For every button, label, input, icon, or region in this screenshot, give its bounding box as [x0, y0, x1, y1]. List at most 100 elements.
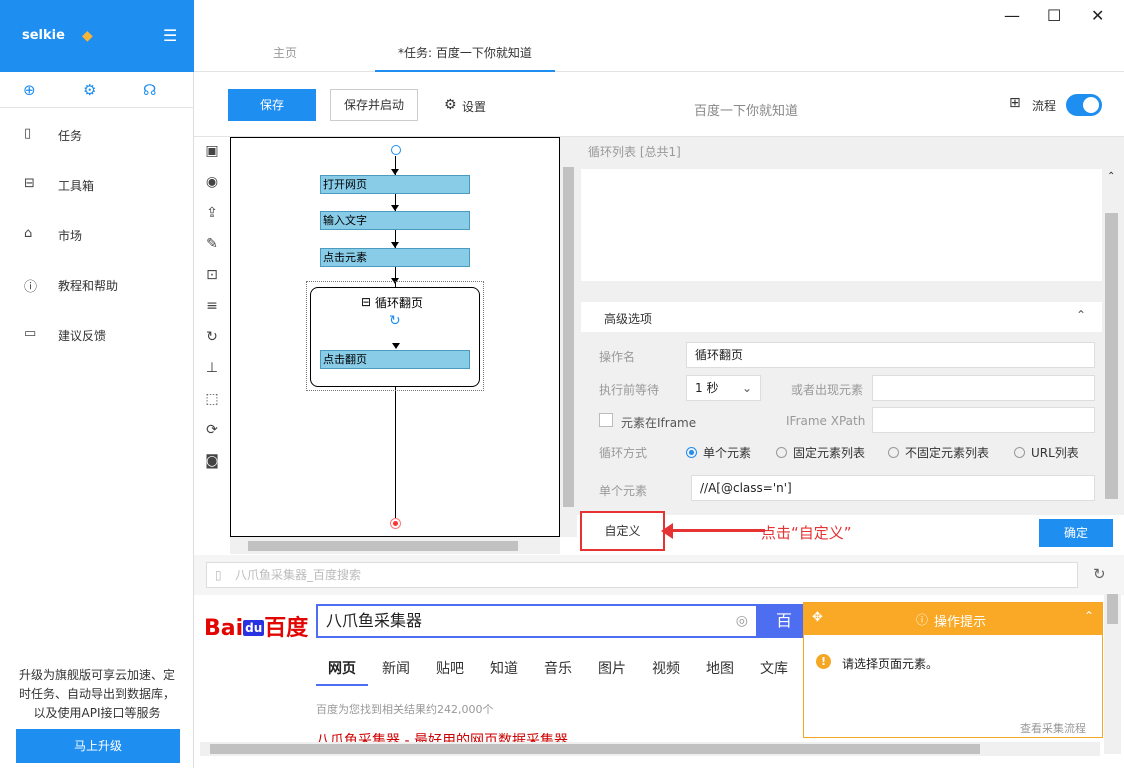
sidebar: selkie ◆ ☰ ⊕ ⚙ ☊ ▯ 任务 ⊟ 工具箱 ⌂ 市场 ⓘ 教程和帮助… [0, 0, 194, 768]
active-tab-indicator [375, 70, 555, 72]
sidebar-item-label: 任务 [58, 129, 83, 143]
tip-header[interactable]: ✥ ⓘ 操作提示 ⌃ [804, 603, 1102, 635]
sidebar-item-toolbox[interactable]: ⊟ 工具箱 [0, 176, 194, 226]
toolbox-icon: ⊟ [24, 176, 35, 191]
flow-toggle[interactable] [1066, 94, 1102, 116]
loop-collapse-icon[interactable]: ⊟ [361, 295, 371, 309]
tip-title: 操作提示 [934, 615, 987, 630]
radio-fixed-list[interactable]: 固定元素列表 [776, 444, 865, 461]
search-tab-music[interactable]: 音乐 [544, 658, 572, 678]
first-result-link[interactable]: 八爪鱼采集器 - 最好用的网页数据采集器 [316, 730, 568, 742]
flow-canvas[interactable]: 打开网页 输入文字 点击元素 ⊟ 循环翻页 ↻ 点击翻页 [230, 137, 560, 537]
click-tool-icon[interactable]: ◉ [202, 174, 222, 190]
browser-horizontal-scrollbar[interactable] [200, 742, 1100, 756]
result-count: 百度为您找到相关结果约242,000个 [316, 703, 494, 716]
tab-task[interactable]: *任务: 百度一下你就知道 [398, 44, 532, 61]
save-button[interactable]: 保存 [228, 89, 316, 121]
tab-home[interactable]: 主页 [273, 44, 297, 61]
warning-icon: ! [816, 654, 831, 669]
canvas-vertical-scrollbar[interactable] [560, 137, 577, 537]
radio-single-element[interactable]: 单个元素 [686, 444, 751, 461]
search-tab-maps[interactable]: 地图 [706, 658, 734, 678]
file-icon: ▯ [24, 126, 32, 141]
hamburger-menu-icon[interactable]: ☰ [163, 26, 177, 45]
view-flow-link[interactable]: 查看采集流程 [1020, 720, 1086, 736]
sidebar-item-label: 工具箱 [58, 179, 95, 193]
flow-node[interactable]: 输入文字 [320, 211, 470, 230]
canvas-horizontal-scrollbar[interactable] [230, 537, 560, 554]
wait-select[interactable]: 1 秒 ⌄ [686, 375, 761, 401]
refresh-tool-icon[interactable]: ⟳ [202, 422, 222, 438]
quick-actions: ⊕ ⚙ ☊ [0, 72, 194, 108]
chevron-down-icon: ⌄ [741, 381, 752, 395]
flow-end-icon [390, 518, 401, 529]
single-element-xpath-input[interactable]: //A[@class='n'] [691, 475, 1095, 501]
add-icon[interactable]: ⊕ [23, 81, 36, 99]
confirm-button[interactable]: 确定 [1039, 519, 1113, 547]
flow-node[interactable]: 打开网页 [320, 175, 470, 194]
flow-node[interactable]: 点击翻页 [320, 350, 470, 369]
input-tool-icon[interactable]: ✎ [202, 236, 222, 252]
minimize-icon[interactable]: — [1004, 6, 1020, 25]
search-tab-zhidao[interactable]: 知道 [490, 658, 518, 678]
gear-icon[interactable]: ⚙ [83, 81, 96, 99]
headset-icon[interactable]: ☊ [143, 81, 156, 99]
reload-icon[interactable]: ↻ [1093, 565, 1106, 583]
sidebar-item-market[interactable]: ⌂ 市场 [0, 226, 194, 276]
url-bar[interactable]: ▯ 八爪鱼采集器_百度搜索 [206, 562, 1078, 588]
bag-icon: ⌂ [24, 226, 33, 241]
tab-bar: 主页 *任务: 百度一下你就知道 — ☐ ✕ [194, 0, 1124, 72]
search-input[interactable]: 八爪鱼采集器 ◎ [316, 604, 758, 638]
open-page-tool-icon[interactable]: ▣ [202, 143, 222, 159]
loop-tool-icon[interactable]: ↻ [202, 329, 222, 345]
settings-gear-icon[interactable]: ⚙ [444, 97, 457, 113]
browser-vertical-scrollbar[interactable] [1104, 594, 1121, 754]
captcha-tool-icon[interactable]: ⊡ [202, 267, 222, 283]
search-tab-images[interactable]: 图片 [598, 658, 626, 678]
search-tab-web[interactable]: 网页 [328, 658, 356, 678]
search-tab-video[interactable]: 视频 [652, 658, 680, 678]
iframe-xpath-input[interactable] [872, 407, 1095, 433]
task-title: 百度一下你就知道 [694, 104, 799, 119]
branch-tool-icon[interactable]: ⊥ [202, 360, 222, 376]
flow-node[interactable]: 点击元素 [320, 248, 470, 267]
loop-node[interactable]: ⊟ 循环翻页 ↻ 点击翻页 [310, 287, 480, 387]
sidebar-item-help[interactable]: ⓘ 教程和帮助 [0, 276, 194, 326]
save-start-button[interactable]: 保存并启动 [330, 89, 418, 121]
properties-scrollbar[interactable]: ⌃ [1103, 169, 1120, 511]
custom-button[interactable]: 自定义 [580, 511, 665, 551]
hover-tool-icon[interactable]: ⬚ [202, 391, 222, 407]
settings-button[interactable]: 设置 [462, 98, 486, 115]
sidebar-item-tasks[interactable]: ▯ 任务 [0, 126, 194, 176]
chevron-up-icon[interactable]: ⌃ [1076, 308, 1086, 322]
radio-url-list[interactable]: URL列表 [1014, 444, 1079, 461]
stop-tool-icon[interactable]: ◙ [202, 453, 222, 469]
move-icon[interactable]: ✥ [812, 610, 823, 625]
collapse-icon[interactable]: ⌃ [1084, 609, 1094, 623]
search-button[interactable]: 百度 [756, 604, 806, 664]
loop-refresh-icon: ↻ [389, 313, 401, 329]
search-tab-wenku[interactable]: 文库 [760, 658, 788, 678]
advanced-options-title: 高级选项 [604, 312, 653, 326]
annotation-arrow-line [675, 529, 765, 532]
search-tab-tieba[interactable]: 贴吧 [436, 658, 464, 678]
upgrade-button[interactable]: 马上升级 [16, 729, 180, 763]
search-tab-news[interactable]: 新闻 [382, 658, 410, 678]
custom-button-label: 自定义 [604, 524, 641, 538]
search-tab-indicator [316, 684, 368, 686]
baidu-logo[interactable]: Bai du百度 [204, 610, 308, 642]
maximize-icon[interactable]: ☐ [1047, 6, 1061, 25]
iframe-checkbox-label: 元素在Iframe [621, 416, 697, 430]
loop-list-box[interactable] [581, 169, 1102, 281]
advanced-options-header[interactable]: 高级选项 ⌃ [581, 302, 1102, 332]
camera-icon[interactable]: ◎ [736, 606, 748, 636]
sidebar-item-feedback[interactable]: ▭ 建议反馈 [0, 326, 194, 376]
extract-tool-icon[interactable]: ⇪ [202, 205, 222, 221]
iframe-checkbox[interactable] [599, 413, 613, 427]
radio-variable-list[interactable]: 不固定元素列表 [888, 444, 989, 461]
close-icon[interactable]: ✕ [1091, 6, 1104, 25]
switch-dropdown-tool-icon[interactable]: ≡ [202, 298, 222, 314]
or-appear-input[interactable] [872, 375, 1095, 401]
op-name-input[interactable]: 循环翻页 [686, 342, 1095, 368]
brand-name: selkie [22, 28, 65, 43]
